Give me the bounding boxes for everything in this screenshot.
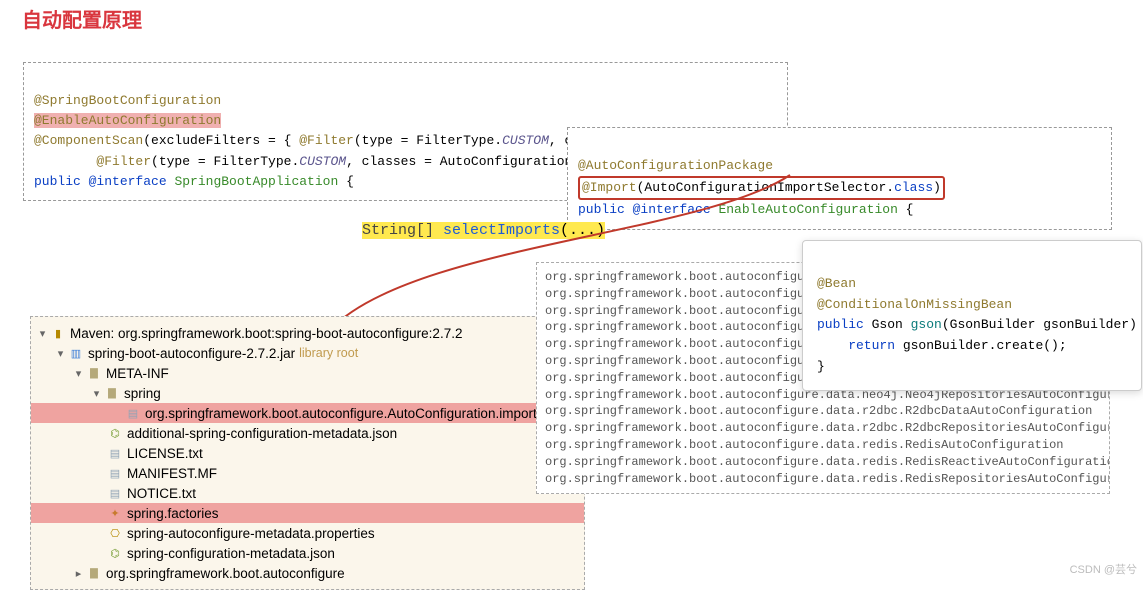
- file-icon: [125, 405, 141, 421]
- file-icon: [107, 445, 123, 461]
- ann-autoconfigpkg: @AutoConfigurationPackage: [578, 158, 773, 173]
- tree-row-metainf[interactable]: ▾META-INF: [31, 363, 584, 383]
- chevron-down-icon[interactable]: ▾: [53, 347, 68, 360]
- chevron-down-icon[interactable]: ▾: [71, 367, 86, 380]
- credit-text: CSDN @芸兮: [1070, 561, 1137, 577]
- tree-row-props[interactable]: spring-autoconfigure-metadata.properties: [31, 523, 584, 543]
- select-imports-call: String[] selectImports(...): [362, 222, 605, 239]
- ann-enableautoconfig: @EnableAutoConfiguration: [34, 113, 221, 128]
- tree-row-license[interactable]: LICENSE.txt: [31, 443, 584, 463]
- chevron-down-icon[interactable]: ▾: [89, 387, 104, 400]
- folder-icon: [86, 565, 102, 581]
- tree-row-spring[interactable]: ▾spring: [31, 383, 584, 403]
- list-item: org.springframework.boot.autoconfigure.d…: [545, 420, 1101, 437]
- project-tree[interactable]: ▾Maven: org.springframework.boot:spring-…: [30, 316, 585, 590]
- properties-icon: [107, 525, 123, 541]
- codebox-bean: @Bean @ConditionalOnMissingBean public G…: [802, 240, 1142, 391]
- jar-icon: [68, 345, 84, 361]
- folder-icon: [86, 365, 102, 381]
- tree-row-jar[interactable]: ▾spring-boot-autoconfigure-2.7.2.jarlibr…: [31, 343, 584, 363]
- page-title: 自动配置原理: [22, 4, 142, 33]
- chevron-right-icon[interactable]: ▸: [71, 567, 86, 580]
- json-icon: [107, 545, 123, 561]
- factories-icon: [107, 505, 123, 521]
- tree-row-manifest[interactable]: MANIFEST.MF: [31, 463, 584, 483]
- tree-row-pkg[interactable]: ▸org.springframework.boot.autoconfigure: [31, 563, 584, 583]
- file-icon: [107, 465, 123, 481]
- tree-row-maven[interactable]: ▾Maven: org.springframework.boot:spring-…: [31, 323, 584, 343]
- ann-springbootconfig: @SpringBootConfiguration: [34, 93, 221, 108]
- tree-row-notice[interactable]: NOTICE.txt: [31, 483, 584, 503]
- folder-icon: [104, 385, 120, 401]
- chevron-down-icon[interactable]: ▾: [35, 327, 50, 340]
- list-item: org.springframework.boot.autoconfigure.d…: [545, 403, 1101, 420]
- list-item: org.springframework.boot.autoconfigure.d…: [545, 471, 1101, 488]
- tree-row-factories[interactable]: spring.factories: [31, 503, 584, 523]
- json-icon: [107, 425, 123, 441]
- codebox-enableautoconfig: @AutoConfigurationPackage @Import(AutoCo…: [567, 127, 1112, 230]
- tree-row-addl[interactable]: additional-spring-configuration-metadata…: [31, 423, 584, 443]
- file-icon: [107, 485, 123, 501]
- library-icon: [50, 325, 66, 341]
- list-item: org.springframework.boot.autoconfigure.d…: [545, 437, 1101, 454]
- list-item: org.springframework.boot.autoconfigure.d…: [545, 454, 1101, 471]
- tree-row-imports[interactable]: org.springframework.boot.autoconfigure.A…: [31, 403, 584, 423]
- tree-row-json[interactable]: spring-configuration-metadata.json: [31, 543, 584, 563]
